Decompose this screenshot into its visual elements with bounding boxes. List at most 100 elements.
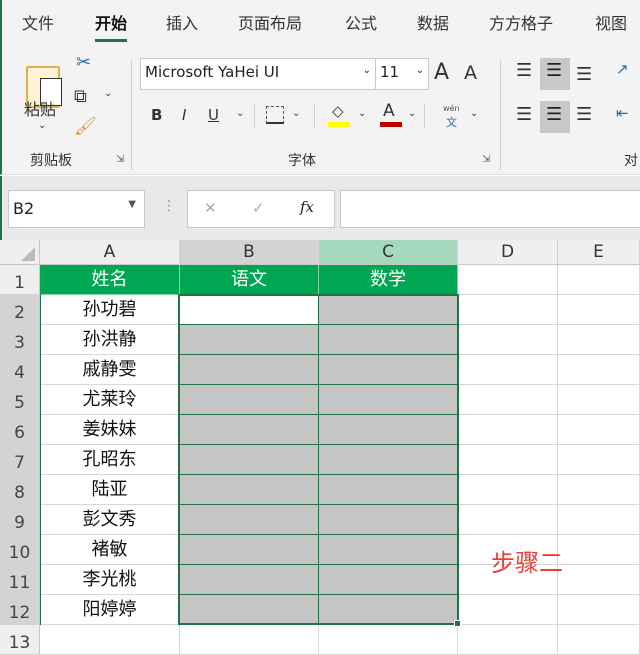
cell-A6[interactable]: 姜妹妹 xyxy=(40,415,180,445)
paste-chevron-icon[interactable]: ⌄ xyxy=(38,120,46,131)
cell-E13[interactable] xyxy=(558,625,640,655)
row-header-5[interactable]: 5 xyxy=(0,385,40,415)
cell-B2[interactable] xyxy=(180,295,319,325)
cell-B10[interactable] xyxy=(180,535,319,565)
cell-A3[interactable]: 孙洪静 xyxy=(40,325,180,355)
clipboard-launcher-icon[interactable]: ⇲ xyxy=(116,154,124,165)
tab-file[interactable]: 文件 xyxy=(22,10,54,34)
column-header-B[interactable]: B xyxy=(180,240,319,265)
formula-input[interactable] xyxy=(340,190,640,228)
font-size-select[interactable]: 11 ⌄ xyxy=(375,58,429,90)
cell-E6[interactable] xyxy=(558,415,640,445)
cell-B12[interactable] xyxy=(180,595,319,625)
cell-C5[interactable] xyxy=(319,385,458,415)
name-box-dropdown-icon[interactable]: ▼ xyxy=(128,191,136,219)
borders-icon[interactable] xyxy=(266,106,284,124)
cell-C4[interactable] xyxy=(319,355,458,385)
tab-formulas[interactable]: 公式 xyxy=(345,10,377,34)
row-header-10[interactable]: 10 xyxy=(0,535,40,565)
font-color-button[interactable]: A xyxy=(383,101,395,121)
tab-home[interactable]: 开始 xyxy=(95,10,128,42)
italic-button[interactable]: I xyxy=(182,106,186,124)
cell-A10[interactable]: 褚敏 xyxy=(40,535,180,565)
column-header-D[interactable]: D xyxy=(458,240,558,265)
align-center-button[interactable]: ☰ xyxy=(540,101,570,133)
shrink-font-button[interactable]: A xyxy=(464,62,477,84)
row-header-8[interactable]: 8 xyxy=(0,475,40,505)
row-header-7[interactable]: 7 xyxy=(0,445,40,475)
cell-B6[interactable] xyxy=(180,415,319,445)
cell-E3[interactable] xyxy=(558,325,640,355)
cell-E7[interactable] xyxy=(558,445,640,475)
align-bottom-icon[interactable]: ☰ xyxy=(576,64,592,85)
underline-chevron-icon[interactable]: ⌄ xyxy=(236,108,244,119)
name-box[interactable]: B2 ▼ xyxy=(8,190,145,228)
tab-fangfang[interactable]: 方方格子 xyxy=(489,10,553,34)
cell-D12[interactable] xyxy=(458,595,558,625)
format-painter-icon[interactable]: 🖌 xyxy=(74,116,97,137)
phonetic-guide-icon[interactable]: 文 xyxy=(446,114,457,130)
cell-B13[interactable] xyxy=(180,625,319,655)
copy-chevron-icon[interactable]: ⌄ xyxy=(104,88,112,99)
cell-B4[interactable] xyxy=(180,355,319,385)
borders-chevron-icon[interactable]: ⌄ xyxy=(292,108,300,119)
column-header-A[interactable]: A xyxy=(40,240,180,265)
cell-C6[interactable] xyxy=(319,415,458,445)
cell-C3[interactable] xyxy=(319,325,458,355)
column-header-E[interactable]: E xyxy=(558,240,640,265)
tab-data[interactable]: 数据 xyxy=(417,10,449,34)
font-name-select[interactable]: Microsoft YaHei UI ⌄ xyxy=(140,58,376,90)
cut-icon[interactable]: ✂ xyxy=(76,52,91,73)
cell-E11[interactable] xyxy=(558,565,640,595)
orientation-icon[interactable]: ↗ xyxy=(616,60,629,78)
tab-page-layout[interactable]: 页面布局 xyxy=(238,10,302,34)
paste-button[interactable]: 粘贴 xyxy=(24,96,56,120)
cell-C12[interactable] xyxy=(319,595,458,625)
cell-C11[interactable] xyxy=(319,565,458,595)
cell-A4[interactable]: 戚静雯 xyxy=(40,355,180,385)
row-header-3[interactable]: 3 xyxy=(0,325,40,355)
cell-E8[interactable] xyxy=(558,475,640,505)
cell-D8[interactable] xyxy=(458,475,558,505)
fill-color-chevron-icon[interactable]: ⌄ xyxy=(358,108,366,119)
cell-B3[interactable] xyxy=(180,325,319,355)
insert-function-icon[interactable]: fx xyxy=(300,198,314,216)
cell-A8[interactable]: 陆亚 xyxy=(40,475,180,505)
cell-E5[interactable] xyxy=(558,385,640,415)
cell-E12[interactable] xyxy=(558,595,640,625)
indent-icon[interactable]: ⇤ xyxy=(616,104,629,122)
cell-A9[interactable]: 彭文秀 xyxy=(40,505,180,535)
cell-C1[interactable]: 数学 xyxy=(319,265,458,295)
fill-handle[interactable] xyxy=(454,620,461,627)
cell-E10[interactable] xyxy=(558,535,640,565)
align-middle-button[interactable]: ☰ xyxy=(540,58,570,90)
cell-D9[interactable] xyxy=(458,505,558,535)
font-color-chevron-icon[interactable]: ⌄ xyxy=(408,108,416,119)
cell-A5[interactable]: 尤莱玲 xyxy=(40,385,180,415)
phonetic-top[interactable]: wén xyxy=(443,104,460,113)
row-header-2[interactable]: 2 xyxy=(0,295,40,325)
cell-A7[interactable]: 孔昭东 xyxy=(40,445,180,475)
grow-font-button[interactable]: A xyxy=(434,60,449,85)
cell-D4[interactable] xyxy=(458,355,558,385)
cell-A13[interactable] xyxy=(40,625,180,655)
column-header-C[interactable]: C xyxy=(319,240,458,265)
align-top-icon[interactable]: ☰ xyxy=(516,60,532,81)
cell-D5[interactable] xyxy=(458,385,558,415)
cell-B7[interactable] xyxy=(180,445,319,475)
cell-C8[interactable] xyxy=(319,475,458,505)
cell-C13[interactable] xyxy=(319,625,458,655)
cell-D7[interactable] xyxy=(458,445,558,475)
select-all-button[interactable] xyxy=(0,240,40,265)
cell-A11[interactable]: 李光桃 xyxy=(40,565,180,595)
phonetic-chevron-icon[interactable]: ⌄ xyxy=(470,108,478,119)
cell-E2[interactable] xyxy=(558,295,640,325)
cell-A12[interactable]: 阳婷婷 xyxy=(40,595,180,625)
bold-button[interactable]: B xyxy=(151,106,162,124)
cancel-icon[interactable]: ✕ xyxy=(204,199,217,217)
row-header-13[interactable]: 13 xyxy=(0,625,40,655)
cell-B5[interactable] xyxy=(180,385,319,415)
row-header-6[interactable]: 6 xyxy=(0,415,40,445)
fill-color-icon[interactable]: ◇ xyxy=(332,102,344,120)
cell-A2[interactable]: 孙功碧 xyxy=(40,295,180,325)
